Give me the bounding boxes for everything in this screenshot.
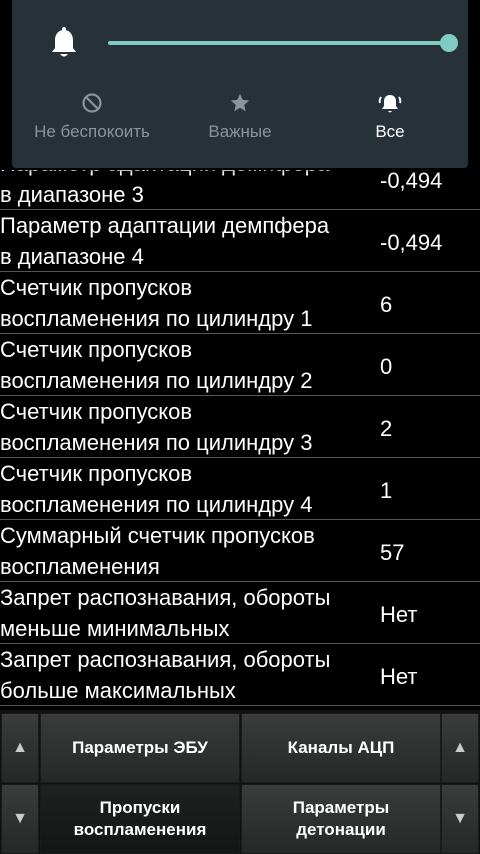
parameter-value: Нет xyxy=(380,602,418,627)
mode-label: Важные xyxy=(208,122,272,141)
parameter-label: Счетчик пропусков воспламенения по цилин… xyxy=(0,461,313,517)
parameter-label: Параметр адаптации демпфера в диапазоне … xyxy=(0,170,329,207)
mode-do-not-disturb[interactable]: Не беспокоить xyxy=(12,86,172,142)
parameter-label: Параметр адаптации демпфера в диапазоне … xyxy=(0,213,330,269)
list-item: Счетчик пропусков воспламенения по цилин… xyxy=(0,460,480,520)
star-icon xyxy=(160,86,320,120)
scroll-down-right-button[interactable]: ▼ xyxy=(441,784,479,854)
list-item: Запрет распознавания, обороты меньше мин… xyxy=(0,584,480,644)
parameter-value: -0,494 xyxy=(380,230,443,255)
bottom-toolbar: ▲ Параметры ЭБУ Каналы АЦП ▲ ▼ Пропуски … xyxy=(0,710,480,854)
volume-slider-track[interactable] xyxy=(108,41,450,45)
parameter-value: 2 xyxy=(380,416,393,441)
ecu-params-button[interactable]: Параметры ЭБУ xyxy=(40,713,240,783)
list-item: Запрет распознавания, обороты больше мак… xyxy=(0,646,480,706)
adc-channels-button[interactable]: Каналы АЦП xyxy=(241,713,441,783)
parameter-label: Счетчик пропусков воспламенения по цилин… xyxy=(0,399,313,455)
parameter-value: -0,494 xyxy=(380,170,443,193)
do-not-disturb-icon xyxy=(12,86,172,120)
volume-panel: Не беспокоить Важные Все xyxy=(12,0,468,168)
list-item: Параметр адаптации демпфера в диапазоне … xyxy=(0,212,480,272)
parameter-list[interactable]: Параметр адаптации демпфера в диапазоне … xyxy=(0,170,480,710)
parameter-label: Запрет распознавания, обороты больше мак… xyxy=(0,647,331,703)
ecu-params-label: Параметры ЭБУ xyxy=(72,738,208,757)
parameter-value: 1 xyxy=(380,478,393,503)
parameter-label: Запрет распознавания, обороты меньше мин… xyxy=(0,585,331,641)
misfires-button[interactable]: Пропуски воспламенения xyxy=(40,784,240,854)
parameter-label: Суммарный счетчик пропусков воспламенени… xyxy=(0,523,315,579)
bell-ringing-icon xyxy=(310,86,470,120)
arrow-down-icon: ▼ xyxy=(12,810,28,827)
mode-label: Не беспокоить xyxy=(34,122,150,141)
mode-all[interactable]: Все xyxy=(310,86,470,142)
knock-params-button[interactable]: Параметры детонации xyxy=(241,784,441,854)
parameter-value: Нет xyxy=(380,664,418,689)
bell-icon[interactable] xyxy=(50,27,78,64)
list-item: Счетчик пропусков воспламенения по цилин… xyxy=(0,336,480,396)
parameter-label: Счетчик пропусков воспламенения по цилин… xyxy=(0,337,313,393)
list-item: Суммарный счетчик пропусков воспламенени… xyxy=(0,522,480,582)
scroll-up-left-button[interactable]: ▲ xyxy=(1,713,39,783)
knock-params-label: Параметры детонации xyxy=(292,798,390,839)
arrow-up-icon: ▲ xyxy=(12,739,28,756)
scroll-up-right-button[interactable]: ▲ xyxy=(441,713,479,783)
volume-slider-thumb[interactable] xyxy=(440,34,458,52)
parameter-value: 57 xyxy=(380,540,405,565)
list-item: Параметр адаптации демпфера в диапазоне … xyxy=(0,170,480,210)
misfires-label: Пропуски воспламенения xyxy=(73,798,207,839)
list-item: Счетчик пропусков воспламенения по цилин… xyxy=(0,274,480,334)
parameter-value: 6 xyxy=(380,292,393,317)
arrow-up-icon: ▲ xyxy=(452,739,468,756)
list-item: Счетчик пропусков воспламенения по цилин… xyxy=(0,398,480,458)
adc-channels-label: Каналы АЦП xyxy=(287,738,395,757)
mode-priority[interactable]: Важные xyxy=(160,86,320,142)
arrow-down-icon: ▼ xyxy=(452,810,468,827)
parameter-label: Счетчик пропусков воспламенения по цилин… xyxy=(0,275,313,331)
parameter-value: 0 xyxy=(380,354,393,379)
mode-label: Все xyxy=(375,122,405,141)
scroll-down-left-button[interactable]: ▼ xyxy=(1,784,39,854)
